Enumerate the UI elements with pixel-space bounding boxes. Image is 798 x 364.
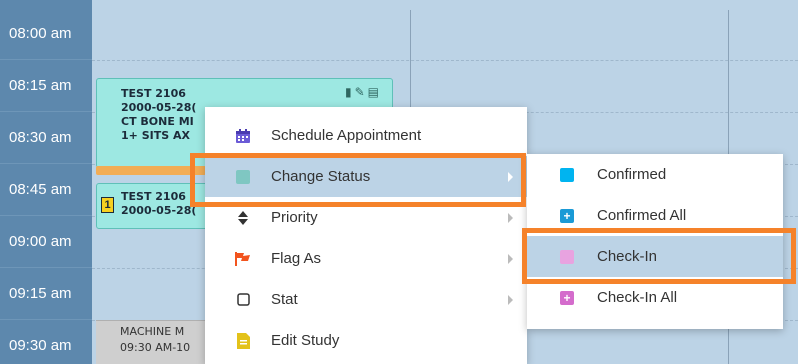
submenu-item-label: Check-In All xyxy=(597,289,678,306)
menu-item-stat[interactable]: Stat xyxy=(205,279,527,320)
chevron-right-icon xyxy=(508,171,513,182)
chevron-right-icon xyxy=(508,294,513,305)
submenu-item-check-in[interactable]: Check-In xyxy=(527,236,783,277)
status-square-icon xyxy=(235,169,251,185)
menu-item-label: Edit Study xyxy=(271,332,340,349)
procedure-detail: 1+ SITS AX xyxy=(121,129,190,142)
submenu-item-label: Check-In xyxy=(597,248,658,265)
time-slot-0900: 09:00 am xyxy=(0,216,92,268)
appointment-date: 2000-05-28( xyxy=(121,101,197,114)
menu-item-flag-as[interactable]: Flag As xyxy=(205,238,527,279)
context-menu: Schedule Appointment Change Status Prior… xyxy=(205,107,527,364)
status-bar xyxy=(96,166,206,175)
menu-item-change-status[interactable]: Change Status xyxy=(205,156,527,197)
sort-icon xyxy=(235,210,251,226)
confirmed-all-plus-icon: + xyxy=(560,208,574,223)
chevron-right-icon xyxy=(508,253,513,264)
patient-name: TEST 2106 xyxy=(121,87,186,100)
appointment-actions: ▮✎▤ xyxy=(345,85,382,99)
submenu-item-confirmed-all[interactable]: + Confirmed All xyxy=(527,195,783,236)
submenu-item-confirmed[interactable]: Confirmed xyxy=(527,154,783,195)
pencil-icon[interactable]: ✎ xyxy=(355,85,368,99)
submenu-item-check-in-all[interactable]: + Check-In All xyxy=(527,277,783,318)
menu-item-label: Stat xyxy=(271,291,298,308)
time-slot-0845: 08:45 am xyxy=(0,164,92,216)
time-column: 08:00 am 08:15 am 08:30 am 08:45 am 09:0… xyxy=(0,0,92,364)
checkbox-icon xyxy=(235,292,251,308)
time-slot-0930: 09:30 am xyxy=(0,320,92,364)
time-slot-0830: 08:30 am xyxy=(0,112,92,164)
document-icon xyxy=(235,332,251,349)
menu-item-label: Schedule Appointment xyxy=(271,127,422,144)
menu-item-edit-study[interactable]: Edit Study xyxy=(205,320,527,361)
status-submenu: Confirmed + Confirmed All Check-In + Che… xyxy=(527,154,783,329)
menu-item-label: Priority xyxy=(271,209,318,226)
submenu-item-label: Confirmed All xyxy=(597,207,687,224)
time-slot-0800: 08:00 am xyxy=(0,8,92,60)
check-in-square-icon xyxy=(560,249,574,264)
menu-item-label: Flag As xyxy=(271,250,322,267)
menu-item-priority[interactable]: Priority xyxy=(205,197,527,238)
menu-item-schedule-appointment[interactable]: Schedule Appointment xyxy=(205,115,527,156)
time-slot-0915: 09:15 am xyxy=(0,268,92,320)
submenu-item-label: Confirmed xyxy=(597,166,667,183)
procedure: CT BONE MI xyxy=(121,115,194,128)
note-icon[interactable]: ▤ xyxy=(368,85,382,99)
count-badge: 1 xyxy=(101,197,114,213)
flag-icon xyxy=(235,251,251,267)
trash-icon[interactable]: ▮ xyxy=(345,85,355,99)
grid-line xyxy=(92,60,798,61)
check-in-all-plus-icon: + xyxy=(560,290,574,305)
menu-item-label: Change Status xyxy=(271,168,371,185)
machine-time: 09:30 AM-10 xyxy=(120,341,191,354)
time-slot-0815: 08:15 am xyxy=(0,60,92,112)
appointment-date: 2000-05-28( xyxy=(121,204,197,217)
calendar-icon xyxy=(235,128,251,144)
machine-name: MACHINE M xyxy=(120,325,185,338)
chevron-right-icon xyxy=(508,212,513,223)
confirmed-square-icon xyxy=(560,167,574,182)
machine-block[interactable]: MACHINE M 09:30 AM-10 xyxy=(96,320,208,364)
patient-name: TEST 2106 xyxy=(121,190,186,203)
